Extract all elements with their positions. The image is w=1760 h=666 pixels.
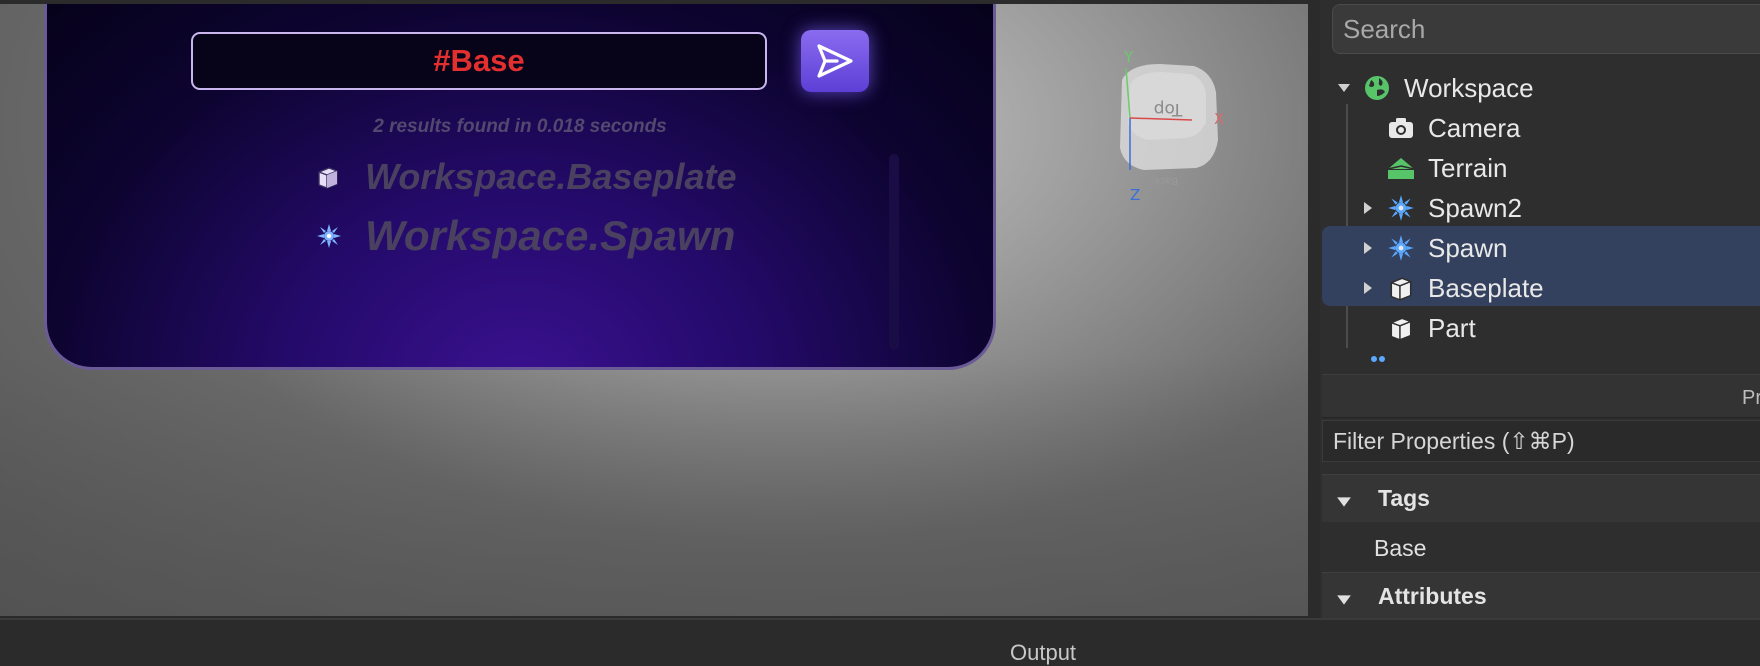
terrain-icon [1386, 153, 1416, 183]
tree-item-spawn[interactable]: Spawn [1320, 228, 1760, 268]
output-panel[interactable]: Output [0, 618, 1760, 665]
filter-properties-input[interactable]: Filter Properties (⇧⌘P) [1322, 420, 1760, 462]
expand-arrow-icon[interactable] [1336, 80, 1352, 96]
part-cube-icon [1386, 273, 1416, 303]
filter-properties-placeholder: Filter Properties (⇧⌘P) [1333, 427, 1575, 454]
view-cube-gizmo[interactable]: Top Back Y X Z [1100, 44, 1250, 204]
tag-search-input[interactable]: #Base [191, 32, 767, 90]
properties-title: Pr [1742, 387, 1760, 409]
explorer-panel: Search Workspace Camera Terrain Spawn2 S… [1320, 0, 1760, 368]
tree-item-label: Workspace [1404, 72, 1534, 103]
3d-viewport[interactable]: #Base 2 results found in 0.018 seconds W… [0, 4, 1308, 616]
send-arrow-icon [817, 44, 853, 78]
gizmo-back-label: Back [1154, 175, 1178, 186]
output-title: Output [1010, 640, 1077, 665]
send-button[interactable] [801, 30, 869, 92]
tree-item-terrain[interactable]: Terrain [1320, 148, 1760, 188]
camera-icon [1386, 113, 1416, 143]
collapsed-arrow-icon[interactable] [1360, 240, 1376, 256]
collapsed-arrow-icon[interactable] [1360, 200, 1376, 216]
results-summary: 2 results found in 0.018 seconds [373, 116, 667, 137]
gizmo-face-label: Top [1154, 99, 1184, 119]
tree-item-camera[interactable]: Camera [1320, 108, 1760, 148]
tree-item-workspace[interactable]: Workspace [1320, 68, 1760, 108]
result-label: Workspace.Spawn [365, 212, 736, 259]
tree-item-part[interactable]: Part [1320, 308, 1760, 348]
section-label: Attributes [1378, 583, 1487, 609]
part-cube-icon [1386, 313, 1416, 343]
tree-item-label: Spawn [1428, 232, 1508, 263]
result-item-spawn[interactable]: Workspace.Spawn [315, 212, 735, 260]
spawn-icon [317, 224, 341, 248]
tag-entry-base[interactable]: Base [1322, 524, 1760, 572]
tree-item-label: Part [1428, 312, 1476, 343]
spawn-icon [1386, 193, 1416, 223]
tag-search-panel: #Base 2 results found in 0.018 seconds W… [44, 4, 996, 370]
result-label: Workspace.Baseplate [365, 156, 737, 197]
gizmo-axis-x: X [1214, 110, 1224, 128]
properties-panel: Pr Filter Properties (⇧⌘P) Tags Base Att… [1320, 368, 1760, 620]
part-cube-icon [318, 167, 338, 189]
result-item-baseplate[interactable]: Workspace.Baseplate [315, 156, 737, 198]
properties-header: Pr [1322, 374, 1760, 418]
section-attributes[interactable]: Attributes [1322, 572, 1760, 620]
tree-item-label: Terrain [1428, 152, 1508, 183]
query-text: #Base [433, 43, 525, 78]
tree-item-label: Camera [1428, 112, 1521, 143]
section-tags[interactable]: Tags [1322, 474, 1760, 522]
tree-item-label: Spawn2 [1428, 192, 1522, 223]
expand-arrow-icon [1337, 497, 1351, 507]
tree-item-label: Baseplate [1428, 272, 1544, 303]
gizmo-axis-z: Z [1130, 186, 1140, 204]
results-scrollbar[interactable] [889, 154, 899, 350]
players-icon [1368, 354, 1398, 368]
expand-arrow-icon [1337, 595, 1351, 605]
collapsed-arrow-icon[interactable] [1360, 280, 1376, 296]
tree-item-spawn2[interactable]: Spawn2 [1320, 188, 1760, 228]
section-label: Tags [1378, 485, 1430, 511]
explorer-search-input[interactable]: Search [1332, 4, 1760, 54]
explorer-search-placeholder: Search [1343, 13, 1426, 44]
gizmo-axis-y: Y [1123, 48, 1134, 66]
globe-icon [1362, 73, 1392, 103]
panel-splitter[interactable] [1308, 0, 1320, 620]
tree-item-baseplate[interactable]: Baseplate [1320, 268, 1760, 308]
spawn-icon [1386, 233, 1416, 263]
tag-label: Base [1374, 534, 1427, 561]
